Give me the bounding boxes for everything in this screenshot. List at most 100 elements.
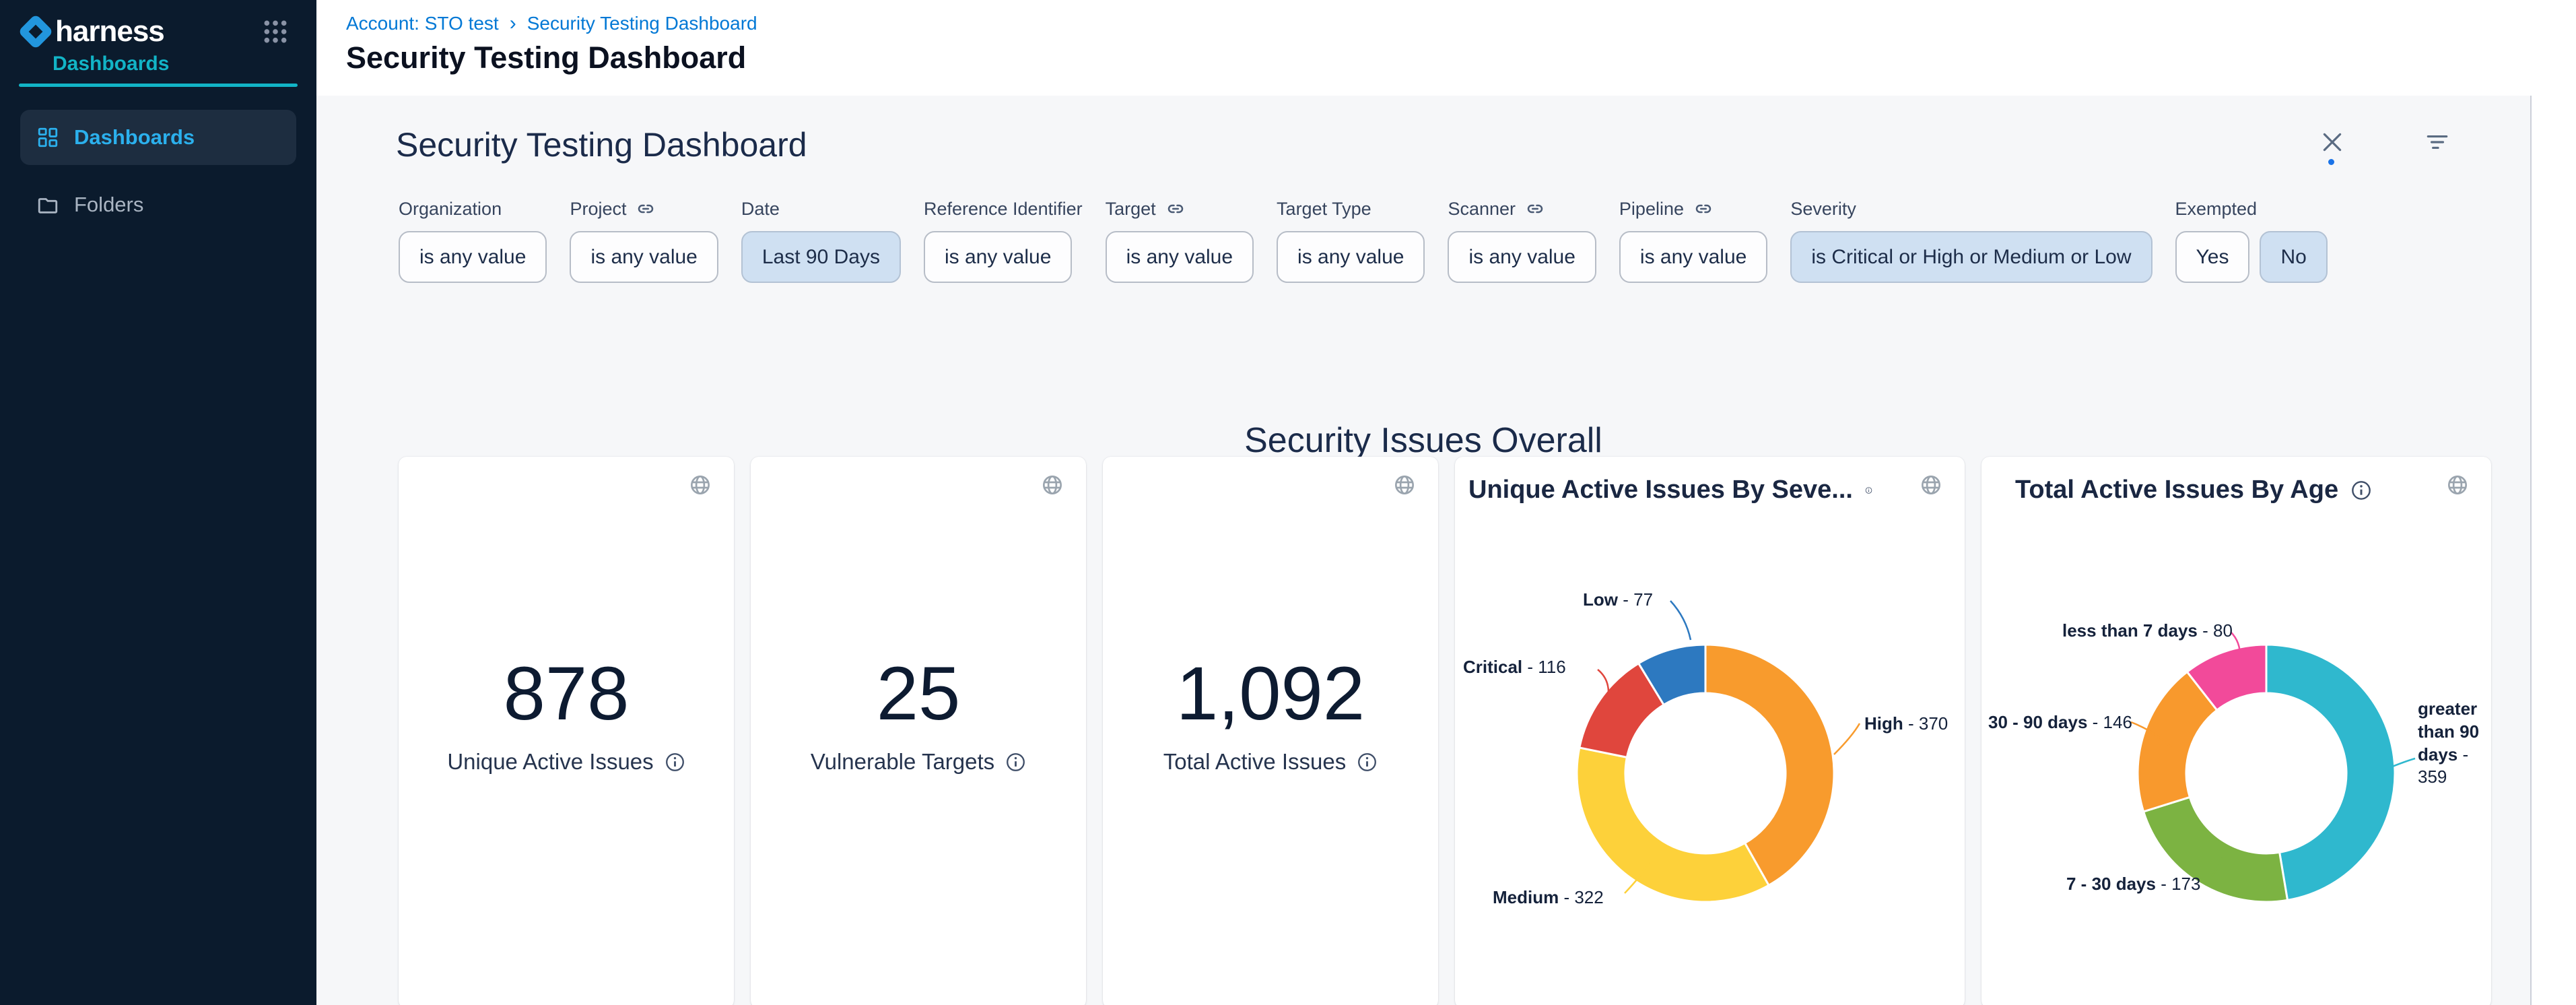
filter-icon[interactable] [2425, 129, 2450, 155]
sidebar-item-label: Folders [74, 193, 143, 217]
sidebar-item-label: Dashboards [74, 125, 195, 150]
dashboard-title: Security Testing Dashboard [396, 125, 807, 164]
module-underline [19, 84, 298, 87]
globe-icon[interactable] [689, 474, 711, 496]
stat-value: 878 [504, 656, 630, 732]
link-icon [636, 199, 656, 219]
donut-slice-medium[interactable] [1577, 748, 1769, 902]
info-icon[interactable] [1865, 480, 1872, 501]
chart-card-unique-active-issues-by-severity: Unique Active Issues By Seve... High - 3… [1455, 457, 1965, 1005]
filter-chip-date-last-90-days[interactable]: Last 90 Days [741, 231, 901, 283]
link-icon [1693, 199, 1714, 219]
module-label: Dashboards [53, 53, 316, 75]
filter-chip-exempted-no[interactable]: No [2260, 231, 2327, 283]
globe-icon[interactable] [1920, 474, 1942, 496]
breadcrumb-separator: › [510, 12, 516, 35]
filter-chip-scanner-is-any-value[interactable]: is any value [1448, 231, 1596, 283]
info-icon[interactable] [665, 752, 685, 773]
filter-label: Organization [399, 197, 547, 220]
filter-label: Scanner [1448, 197, 1596, 220]
filter-chip-severity-is-critical-or-high-or-medium-or-low[interactable]: is Critical or High or Medium or Low [1790, 231, 2152, 283]
filter-label: Target [1106, 197, 1254, 220]
stat-value: 25 [877, 656, 961, 732]
stat-value: 1,092 [1176, 656, 1365, 732]
info-icon[interactable] [1357, 752, 1378, 773]
globe-icon[interactable] [2447, 474, 2468, 496]
chart-card-total-active-issues-by-age: Total Active Issues By Age greater than … [1981, 457, 2491, 1005]
chart-title: Unique Active Issues By Seve... [1468, 476, 1853, 505]
donut-slice-greater-than-90-days[interactable] [2266, 645, 2395, 900]
stat-label-row: Vulnerable Targets [811, 749, 1026, 775]
dashboard-actions [2319, 129, 2530, 155]
stat-label-row: Unique Active Issues [447, 749, 685, 775]
page-title: Security Testing Dashboard [346, 40, 746, 75]
globe-icon[interactable] [1042, 474, 1063, 496]
logo-text: harness [55, 15, 164, 48]
filter-label: Project [570, 197, 718, 220]
leader-line [1834, 723, 1860, 754]
filter-chip-target-is-any-value[interactable]: is any value [1106, 231, 1254, 283]
filter-chip-organization-is-any-value[interactable]: is any value [399, 231, 547, 283]
link-icon [1525, 199, 1545, 219]
sidebar-item-folders[interactable]: Folders [20, 177, 296, 232]
breadcrumb-dashboard-link[interactable]: Security Testing Dashboard [527, 13, 757, 34]
leader-line [1670, 601, 1691, 640]
stat-card-total-active-issues: 1,092 Total Active Issues [1103, 457, 1438, 1005]
sidebar: harness Dashboards Dashboards Folders [0, 0, 316, 1005]
filter-label: Target Type [1277, 197, 1425, 220]
harness-logo-icon [18, 13, 53, 49]
globe-icon[interactable] [1394, 474, 1415, 496]
pie-label-greater-than-90-days: greater than 90 days - 359 [2418, 698, 2490, 789]
filter-chip-project-is-any-value[interactable]: is any value [570, 231, 718, 283]
dashboard-content: Security Testing Dashboard Organization i… [316, 96, 2530, 1005]
filter-label: Reference Identifier [924, 197, 1083, 220]
section-heading: Security Issues Overall [316, 420, 2530, 461]
logo-row: harness [0, 0, 316, 48]
breadcrumb-account-link[interactable]: Account: STO test [346, 13, 499, 34]
filter-chip-target-type-is-any-value[interactable]: is any value [1277, 231, 1425, 283]
filter-label: Exempted [2175, 197, 2328, 220]
module-grid-icon[interactable] [263, 19, 288, 44]
info-icon[interactable] [2350, 480, 2372, 501]
filter-label: Pipeline [1619, 197, 1767, 220]
filter-target: Target is any value [1106, 197, 1254, 283]
pie-label-high: High - 370 [1864, 713, 1948, 736]
filter-pipeline: Pipeline is any value [1619, 197, 1767, 283]
stat-label-row: Total Active Issues [1163, 749, 1378, 775]
breadcrumb: Account: STO test › Security Testing Das… [346, 12, 757, 35]
cards-row: 878 Unique Active Issues 25 Vulnerable Targ… [399, 457, 2491, 1005]
sidebar-item-dashboards[interactable]: Dashboards [20, 110, 296, 165]
topbar: Account: STO test › Security Testing Das… [316, 0, 2576, 96]
filter-label: Date [741, 197, 901, 220]
stat-label: Vulnerable Targets [811, 749, 994, 775]
folder-icon [36, 193, 59, 216]
filter-reference-identifier: Reference Identifier is any value [924, 197, 1083, 283]
pie-label-30-90-days: 30 - 90 days - 146 [1988, 711, 2132, 734]
filter-scanner: Scanner is any value [1448, 197, 1596, 283]
pie-label-7-30-days: 7 - 30 days - 173 [2066, 873, 2200, 896]
sidebar-nav: Dashboards Folders [0, 110, 316, 232]
scrollbar-strip[interactable] [2530, 96, 2576, 1005]
pie-label-low: Low - 77 [1583, 589, 1653, 612]
stat-label: Total Active Issues [1163, 749, 1346, 775]
pie-label-medium: Medium - 322 [1493, 886, 1604, 909]
pie-label-critical: Critical - 116 [1463, 656, 1566, 679]
filter-date: Date Last 90 Days [741, 197, 901, 283]
pie-label-less-than-7-days: less than 7 days - 80 [2062, 620, 2233, 643]
filter-exempted: Exempted YesNo [2175, 197, 2328, 283]
filter-chip-exempted-yes[interactable]: Yes [2175, 231, 2250, 283]
close-icon[interactable] [2319, 129, 2345, 155]
cursor-dot [2328, 159, 2334, 165]
stat-card-vulnerable-targets: 25 Vulnerable Targets [751, 457, 1086, 1005]
stat-card-unique-active-issues: 878 Unique Active Issues [399, 457, 734, 1005]
stat-label: Unique Active Issues [447, 749, 653, 775]
info-icon[interactable] [1005, 752, 1026, 773]
chart-title: Total Active Issues By Age [2015, 476, 2338, 505]
dashboards-icon [36, 126, 59, 149]
filters-row: Organization is any value Project is any va… [399, 197, 2328, 283]
filter-chip-pipeline-is-any-value[interactable]: is any value [1619, 231, 1767, 283]
leader-line [1598, 670, 1608, 692]
filter-chip-reference-identifier-is-any-value[interactable]: is any value [924, 231, 1072, 283]
donut-slice-high[interactable] [1705, 645, 1834, 885]
link-icon [1165, 199, 1186, 219]
